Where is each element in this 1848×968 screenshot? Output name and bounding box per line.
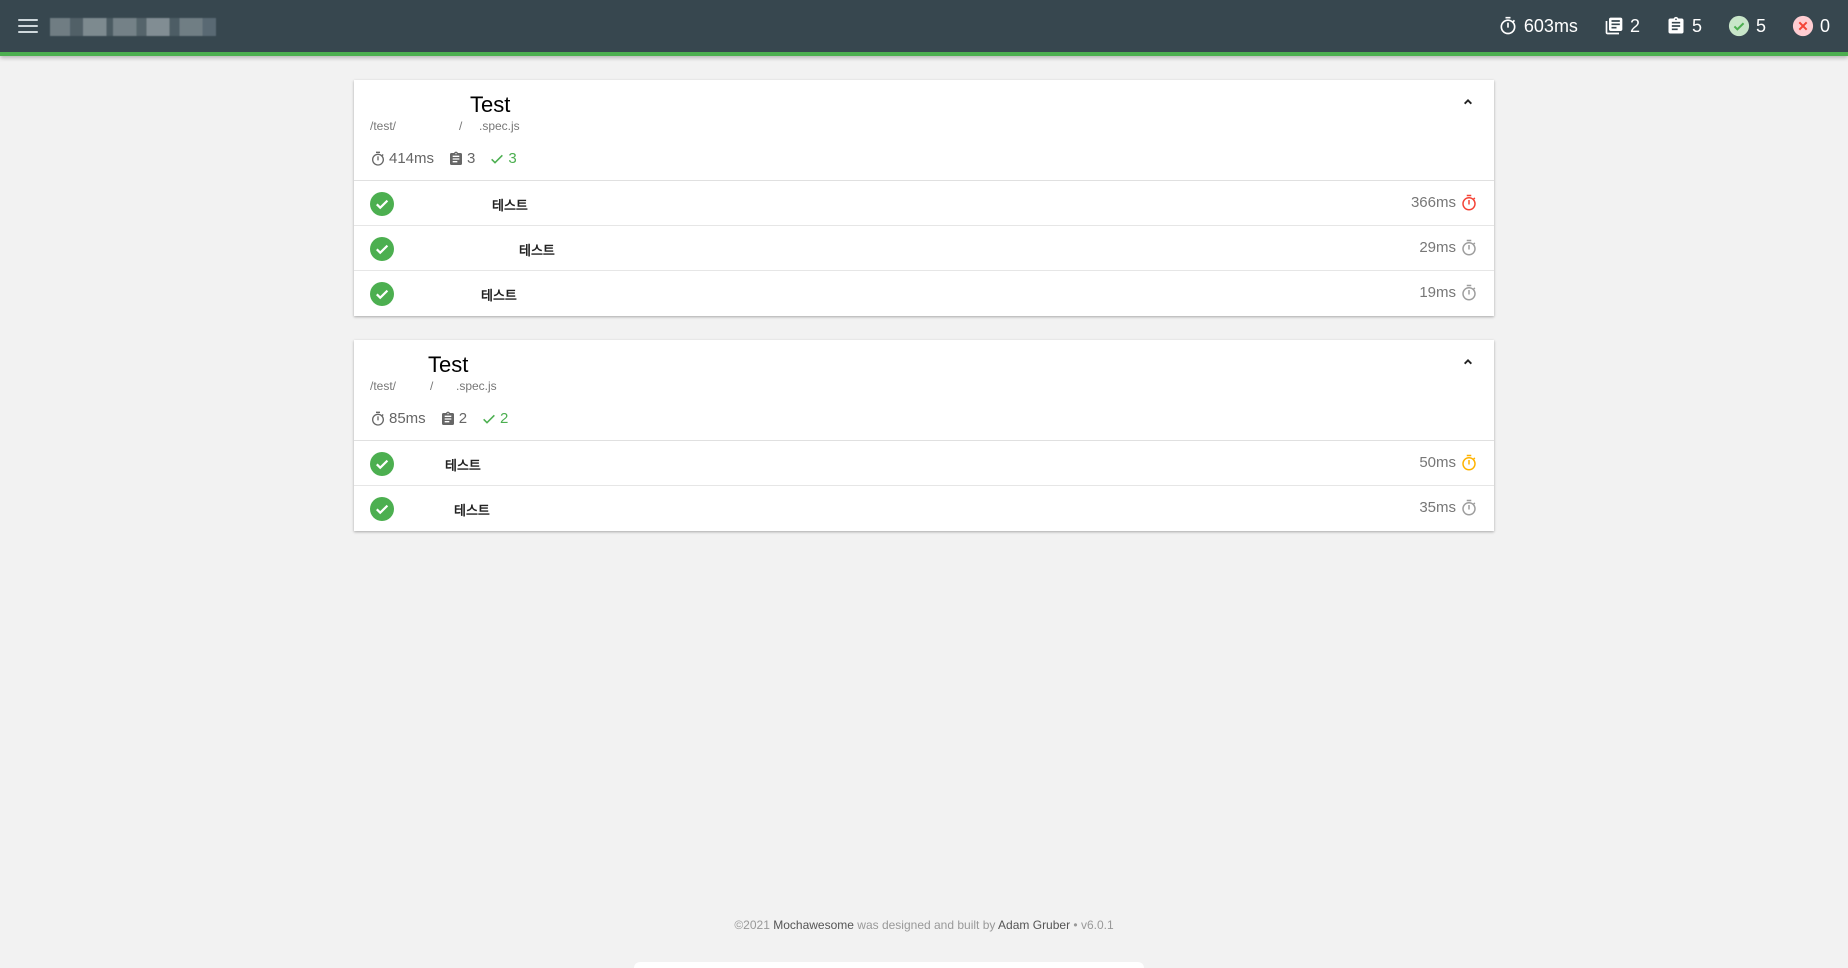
bottom-panel-edge xyxy=(634,962,1144,968)
menu-icon[interactable] xyxy=(18,19,38,35)
timer-icon xyxy=(372,411,384,426)
test-duration: 366ms xyxy=(1410,194,1456,211)
suite-passes-count: 2 xyxy=(481,410,508,427)
library-books-icon xyxy=(1605,17,1623,35)
test-row[interactable]: 테스트 35ms xyxy=(354,486,1494,531)
footer-author-link[interactable]: Adam Gruber xyxy=(998,918,1070,932)
navbar: 603ms 2 5 5 0 xyxy=(0,0,1848,56)
test-row[interactable]: 테스트 29ms xyxy=(354,226,1494,271)
assignment-icon xyxy=(441,411,454,425)
check-circle-icon xyxy=(370,497,394,521)
suite-tests-count: 3 xyxy=(448,150,475,167)
suite-duration-value: 85ms xyxy=(389,410,426,427)
path-prefix: /test/ xyxy=(370,119,397,133)
timer-icon-slow xyxy=(1462,194,1476,211)
suite-tests-count-value: 3 xyxy=(467,150,476,167)
suite-duration: 414ms xyxy=(370,150,434,167)
suite-duration-value: 414ms xyxy=(389,150,435,167)
stat-tests-value: 5 xyxy=(1691,15,1702,36)
cancel-circle-icon xyxy=(1792,15,1814,37)
check-circle-icon xyxy=(370,192,394,216)
check-icon xyxy=(491,154,504,164)
timer-icon-medium xyxy=(1462,454,1476,471)
suite-stats: 85ms 2 2 xyxy=(370,410,508,427)
suite-duration: 85ms xyxy=(370,410,426,427)
test-title: 테스트 xyxy=(445,459,481,474)
check-circle-icon xyxy=(370,237,394,261)
chevron-up-icon[interactable] xyxy=(1458,92,1478,112)
suite-passes-count-value: 3 xyxy=(508,150,517,167)
suite-card: Test /test/ / .spec.js 414ms 3 3 테스트 366… xyxy=(354,80,1494,316)
suite-header: Test /test/ / .spec.js 85ms 2 2 xyxy=(354,340,1494,441)
stat-duration-value: 603ms xyxy=(1523,15,1578,36)
timer-icon xyxy=(372,151,384,166)
check-circle-icon xyxy=(370,452,394,476)
path-file: .spec.js xyxy=(479,119,520,133)
suite-stats: 414ms 3 3 xyxy=(370,150,517,167)
test-duration: 29ms xyxy=(1419,239,1456,256)
check-circle-icon xyxy=(1728,15,1750,37)
test-row[interactable]: 테스트 19ms xyxy=(354,271,1494,316)
timer-icon-fast xyxy=(1462,284,1476,301)
suite-passes-count-value: 2 xyxy=(500,410,509,427)
stat-suites-value: 2 xyxy=(1629,15,1640,36)
suite-title: Test xyxy=(428,352,469,377)
test-title: 테스트 xyxy=(454,504,490,519)
stat-passes-value: 5 xyxy=(1755,15,1766,36)
suite-header: Test /test/ / .spec.js 414ms 3 3 xyxy=(354,80,1494,181)
stat-failures-value: 0 xyxy=(1819,15,1830,36)
suite-tests-count-value: 2 xyxy=(458,410,468,427)
assignment-icon xyxy=(450,151,463,165)
report-title-redacted xyxy=(50,18,216,36)
check-circle-icon xyxy=(370,282,394,306)
stat-suites[interactable]: 2 xyxy=(1604,16,1640,37)
footer-brand-link[interactable]: Mochawesome xyxy=(773,918,854,932)
stat-passes[interactable]: 5 xyxy=(1728,15,1766,37)
path-prefix: /test/ xyxy=(370,379,397,393)
footer: ©2021 Mochawesome was designed and built… xyxy=(0,918,1848,932)
timer-icon-fast xyxy=(1462,239,1476,256)
test-title: 테스트 xyxy=(492,199,528,214)
navbar-stats: 603ms 2 5 5 0 xyxy=(1498,0,1830,52)
stat-failures[interactable]: 0 xyxy=(1792,15,1830,37)
test-duration: 35ms xyxy=(1419,499,1456,516)
stat-tests[interactable]: 5 xyxy=(1666,16,1702,37)
timer-icon xyxy=(1500,16,1516,35)
suite-passes-count: 3 xyxy=(489,150,517,167)
test-duration: 50ms xyxy=(1419,454,1456,471)
suite-tests-count: 2 xyxy=(440,410,467,427)
footer-text: was designed and built by xyxy=(857,918,996,932)
assignment-icon xyxy=(1668,16,1684,34)
path-file: .spec.js xyxy=(456,379,497,393)
path-separator: / xyxy=(430,379,434,393)
suite-title: Test xyxy=(470,92,511,117)
test-title: 테스트 xyxy=(519,244,555,259)
test-row[interactable]: 테스트 50ms xyxy=(354,441,1494,486)
chevron-up-icon[interactable] xyxy=(1458,352,1478,372)
test-row[interactable]: 테스트 366ms xyxy=(354,181,1494,226)
test-duration: 19ms xyxy=(1419,284,1456,301)
test-title: 테스트 xyxy=(481,289,517,304)
timer-icon-fast xyxy=(1462,499,1476,516)
path-separator: / xyxy=(459,119,463,133)
stat-duration: 603ms xyxy=(1498,16,1578,37)
suite-card: Test /test/ / .spec.js 85ms 2 2 테스트 50ms… xyxy=(354,340,1494,531)
check-icon xyxy=(483,414,495,424)
footer-copyright: ©2021 xyxy=(734,918,770,932)
footer-version: • v6.0.1 xyxy=(1073,918,1114,932)
